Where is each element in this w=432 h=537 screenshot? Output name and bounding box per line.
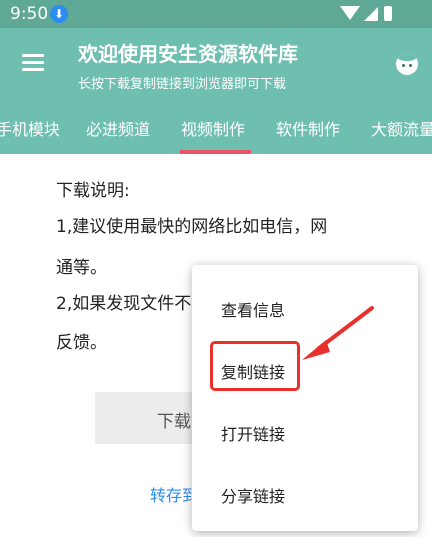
annotation-arrow <box>302 306 374 360</box>
